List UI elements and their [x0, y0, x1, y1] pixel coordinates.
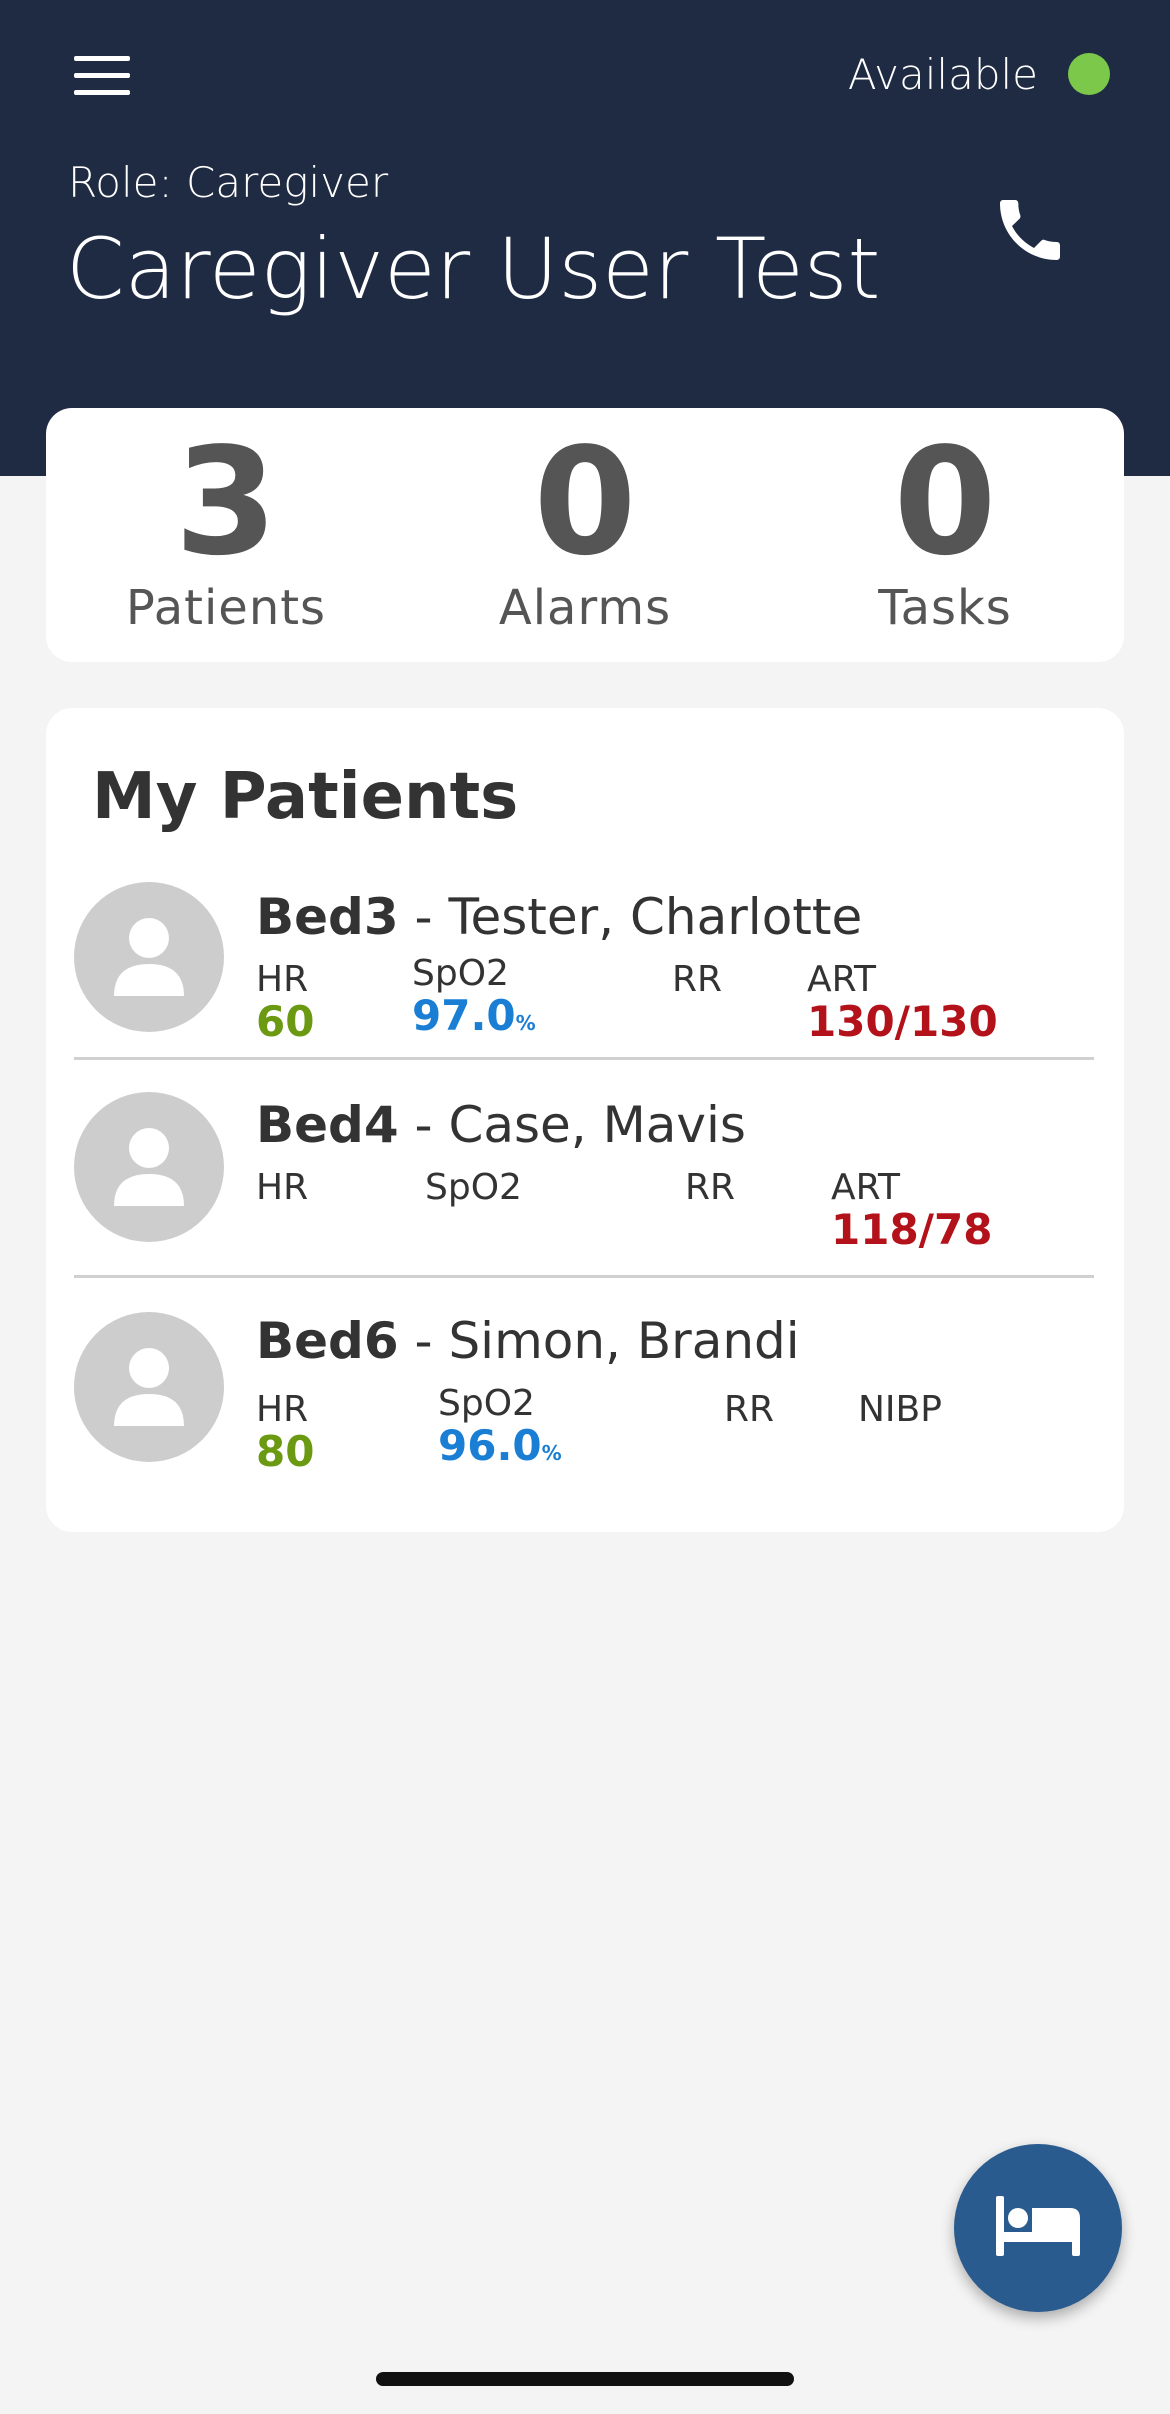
- patients-count: 3: [174, 416, 278, 588]
- patient-title: Bed3 - Tester, Charlotte: [256, 888, 862, 946]
- vital-label: NIBP: [858, 1389, 942, 1430]
- my-patients-card: My Patients Bed3 - Tester, Charlotte HR …: [46, 708, 1124, 1532]
- vital-label: RR: [685, 1167, 736, 1208]
- vital-spo2: SpO2 97.0%: [412, 954, 536, 1045]
- vital-rr: RR: [724, 1390, 774, 1430]
- vital-value: 96.0: [438, 1421, 542, 1470]
- patient-name: - Tester, Charlotte: [398, 888, 863, 946]
- bed-assignment-button[interactable]: [954, 2144, 1122, 2312]
- tasks-count-tile[interactable]: 0 Tasks: [795, 422, 1095, 636]
- vital-label: ART: [831, 1167, 901, 1208]
- vital-value: 60: [256, 997, 315, 1046]
- vital-label: HR: [256, 1167, 309, 1208]
- vital-hr: HR 80: [256, 1390, 314, 1474]
- avatar-icon: [74, 1312, 224, 1462]
- patients-label: Patients: [125, 580, 327, 636]
- vital-spo2: SpO2 96.0%: [438, 1384, 562, 1475]
- vital-hr: HR 60: [256, 960, 314, 1044]
- availability-status[interactable]: Available: [848, 48, 1110, 100]
- status-indicator-dot: [1068, 53, 1110, 95]
- patient-name: - Simon, Brandi: [398, 1312, 800, 1370]
- hamburger-menu-icon[interactable]: [74, 56, 130, 96]
- status-label: Available: [847, 49, 1038, 99]
- tasks-count: 0: [893, 416, 997, 588]
- vital-label: ART: [807, 959, 877, 1000]
- home-indicator[interactable]: [376, 2372, 794, 2386]
- vital-label: SpO2: [412, 953, 509, 994]
- avatar-icon: [74, 882, 224, 1032]
- app-header: Available Role: Caregiver Caregiver User…: [0, 0, 1170, 476]
- alarms-count: 0: [533, 416, 637, 588]
- patient-row-bed6[interactable]: Bed6 - Simon, Brandi HR 80 SpO2 96.0% RR…: [74, 1278, 1094, 1498]
- tasks-label: Tasks: [878, 580, 1012, 636]
- section-title: My Patients: [92, 760, 519, 834]
- bed-label: Bed3: [256, 888, 399, 946]
- bed-icon: [996, 2196, 1080, 2256]
- vital-value: 118/78: [831, 1205, 993, 1254]
- vital-rr: RR: [672, 960, 722, 1000]
- summary-card: 3 Patients 0 Alarms 0 Tasks: [46, 408, 1124, 662]
- vital-nibp: NIBP: [858, 1390, 942, 1430]
- bed-label: Bed4: [256, 1096, 399, 1154]
- patient-row-bed3[interactable]: Bed3 - Tester, Charlotte HR 60 SpO2 97.0…: [74, 868, 1094, 1060]
- vital-hr: HR: [256, 1168, 308, 1208]
- patients-count-tile[interactable]: 3 Patients: [76, 422, 376, 636]
- patient-title: Bed4 - Case, Mavis: [256, 1096, 746, 1154]
- phone-icon[interactable]: [990, 190, 1080, 280]
- vital-value: 80: [256, 1427, 315, 1476]
- vital-unit: %: [541, 1441, 562, 1465]
- vital-value: 130/130: [807, 997, 998, 1046]
- vital-unit: %: [515, 1011, 536, 1035]
- user-role: Role: Caregiver: [68, 158, 389, 207]
- vital-label: SpO2: [438, 1383, 535, 1424]
- alarms-count-tile[interactable]: 0 Alarms: [435, 422, 735, 636]
- vital-spo2: SpO2: [425, 1168, 522, 1208]
- patient-title: Bed6 - Simon, Brandi: [256, 1312, 800, 1370]
- vital-rr: RR: [685, 1168, 735, 1208]
- avatar-icon: [74, 1092, 224, 1242]
- vital-label: RR: [724, 1389, 775, 1430]
- vital-label: HR: [256, 959, 309, 1000]
- user-name: Caregiver User Test: [66, 220, 881, 318]
- vital-label: RR: [672, 959, 723, 1000]
- vital-label: SpO2: [425, 1167, 522, 1208]
- bed-label: Bed6: [256, 1312, 399, 1370]
- vital-value: 97.0: [412, 991, 516, 1040]
- patient-row-bed4[interactable]: Bed4 - Case, Mavis HR SpO2 RR ART 118/78: [74, 1060, 1094, 1278]
- vital-label: HR: [256, 1389, 309, 1430]
- vital-art: ART 118/78: [831, 1168, 992, 1252]
- patient-name: - Case, Mavis: [398, 1096, 746, 1154]
- vital-art: ART 130/130: [807, 960, 998, 1044]
- alarms-label: Alarms: [498, 580, 672, 636]
